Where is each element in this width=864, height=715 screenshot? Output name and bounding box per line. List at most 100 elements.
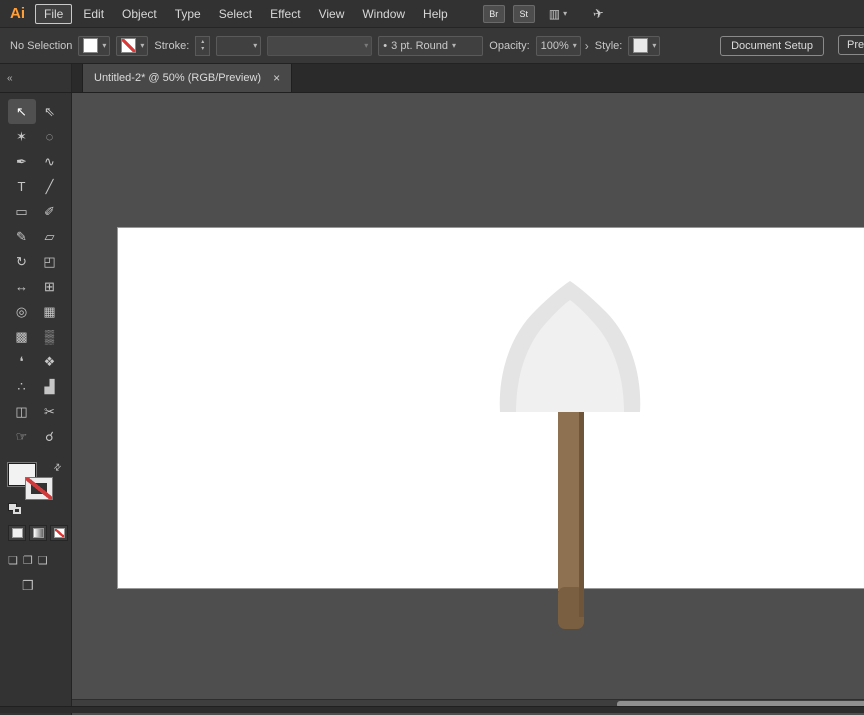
tool-slice-button[interactable]: ✂ xyxy=(36,399,64,424)
overflow-arrow-icon[interactable]: › xyxy=(585,39,589,53)
swap-fill-stroke-icon[interactable]: ⇄ xyxy=(51,461,64,474)
tool-gradient-button[interactable]: ▒ xyxy=(36,324,64,349)
stroke-indicator[interactable] xyxy=(26,478,52,499)
menu-select[interactable]: Select xyxy=(210,4,261,24)
tool-symbol-sprayer-button[interactable]: ∴ xyxy=(8,374,36,399)
brush-preview-icon: • xyxy=(383,39,388,52)
tool-free-transform-button[interactable]: ⊞ xyxy=(36,274,64,299)
width-profile-dropdown: ▾ xyxy=(267,35,373,56)
menu-file[interactable]: File xyxy=(35,3,73,24)
chevron-down-icon: ▾ xyxy=(253,41,258,50)
eraser-tool-icon: ▱ xyxy=(44,228,55,244)
tool-magic-wand-button[interactable]: ✶ xyxy=(8,124,36,149)
tool-artboard-button[interactable]: ◫ xyxy=(8,399,36,424)
close-icon[interactable]: × xyxy=(273,71,280,85)
tool-curvature-button[interactable]: ∿ xyxy=(36,149,64,174)
gpu-performance-icon[interactable]: ✈ xyxy=(592,5,606,23)
lasso-tool-icon: ◌ xyxy=(45,129,54,144)
tool-selection-button[interactable]: ↖ xyxy=(7,99,36,124)
tool-paintbrush-button[interactable]: ✐ xyxy=(36,199,64,224)
tool-shape-builder-button[interactable]: ◎ xyxy=(8,299,36,324)
tool-rectangle-button[interactable]: ▭ xyxy=(8,199,36,224)
menu-effect[interactable]: Effect xyxy=(261,4,309,24)
tool-lasso-button[interactable]: ◌ xyxy=(36,124,64,149)
scale-tool-icon: ◰ xyxy=(43,253,56,269)
tool-blend-button[interactable]: ❖ xyxy=(36,349,64,374)
none-button[interactable] xyxy=(50,525,68,541)
style-label: Style: xyxy=(594,39,623,52)
opacity-dropdown[interactable]: 100% ▾ xyxy=(535,35,581,56)
menu-type[interactable]: Type xyxy=(166,4,210,24)
workspace-switcher-button[interactable]: ▥ ▾ xyxy=(549,7,567,21)
tool-pen-button[interactable]: ✒ xyxy=(8,149,36,174)
tool-hand-button[interactable]: ☞ xyxy=(8,424,36,449)
preferences-button[interactable]: Preferences xyxy=(838,35,864,55)
shovel-artwork[interactable] xyxy=(492,273,667,643)
brush-definition-dropdown[interactable]: • 3 pt. Round ▾ xyxy=(378,35,484,56)
window-bottom-edge xyxy=(0,706,864,713)
bridge-button[interactable]: Br xyxy=(482,4,505,23)
tool-eraser-button[interactable]: ▱ xyxy=(36,224,64,249)
tool-scale-button[interactable]: ◰ xyxy=(36,249,64,274)
stroke-weight-dropdown[interactable]: ▾ xyxy=(216,35,262,56)
menu-view[interactable]: View xyxy=(310,4,354,24)
menu-edit[interactable]: Edit xyxy=(74,4,113,24)
magic-wand-tool-icon: ✶ xyxy=(16,128,27,144)
artboard[interactable] xyxy=(117,227,864,589)
tool-direct-selection-button[interactable]: ⇖ xyxy=(36,99,64,124)
tool-pencil-button[interactable]: ✎ xyxy=(8,224,36,249)
fill-stroke-indicator: ⇄ xyxy=(8,461,64,515)
tool-type-button[interactable]: T xyxy=(8,174,36,199)
tool-eyedropper-button[interactable]: ❛ xyxy=(8,349,36,374)
gradient-tool-icon: ▒ xyxy=(44,329,55,344)
shovel-handle-shade xyxy=(579,399,584,617)
style-swatch-icon xyxy=(633,38,649,53)
shape-builder-tool-icon: ◎ xyxy=(15,303,28,319)
menu-help[interactable]: Help xyxy=(414,4,457,24)
main-area: ↖ ⇖ ✶ ◌ ✒ ∿ T ╱ ▭ ✐ ✎ ▱ ↻ ◰ ↔ ⊞ ◎ ▦ ▩ ▒ ❛ ❖ ∴ ▟ ◫ ✂ ☞ ☌ ⇄ ❏ ❐ ❑ ❒ xyxy=(0,93,864,715)
tool-perspective-grid-button[interactable]: ▦ xyxy=(36,299,64,324)
selection-tool-icon: ↖ xyxy=(16,103,27,119)
line-segment-tool-icon: ╱ xyxy=(45,178,54,194)
rotate-tool-icon: ↻ xyxy=(16,253,27,269)
opacity-label[interactable]: Opacity: xyxy=(489,40,529,52)
gradient-button[interactable] xyxy=(29,525,47,541)
illustrator-logo-icon: Ai xyxy=(10,5,25,22)
chevron-down-icon: ▾ xyxy=(364,41,369,50)
tool-mesh-button[interactable]: ▩ xyxy=(8,324,36,349)
fill-color-dropdown[interactable]: ▾ xyxy=(78,35,111,56)
zoom-tool-icon: ☌ xyxy=(45,428,54,444)
default-stroke-mini-icon xyxy=(13,507,21,514)
tool-rotate-button[interactable]: ↻ xyxy=(8,249,36,274)
tool-zoom-button[interactable]: ☌ xyxy=(36,424,64,449)
chevron-down-icon: ▾ xyxy=(201,45,205,52)
color-button[interactable] xyxy=(8,525,26,541)
style-dropdown[interactable]: ▾ xyxy=(628,35,661,56)
mesh-tool-icon: ▩ xyxy=(15,328,28,344)
canvas[interactable] xyxy=(72,93,864,715)
symbol-sprayer-tool-icon: ∴ xyxy=(17,378,26,394)
menu-window[interactable]: Window xyxy=(353,4,414,24)
tool-width-button[interactable]: ↔ xyxy=(8,274,36,299)
column-graph-tool-icon: ▟ xyxy=(44,378,55,394)
chevron-down-icon: ▾ xyxy=(102,41,107,50)
document-setup-button[interactable]: Document Setup xyxy=(720,35,824,56)
stroke-none-swatch-icon xyxy=(121,38,137,53)
document-tab[interactable]: Untitled-2* @ 50% (RGB/Preview) × xyxy=(82,64,293,92)
tool-column-graph-button[interactable]: ▟ xyxy=(36,374,64,399)
stock-button[interactable]: St xyxy=(512,4,535,23)
fill-swatch-icon xyxy=(83,38,99,53)
menu-object[interactable]: Object xyxy=(113,4,166,24)
screen-mode-button[interactable]: ❒ xyxy=(22,578,71,594)
draw-inside-icon[interactable]: ❑ xyxy=(38,554,48,567)
collapse-panel-icon[interactable]: « xyxy=(7,73,13,84)
tool-line-segment-button[interactable]: ╱ xyxy=(36,174,64,199)
draw-behind-icon[interactable]: ❐ xyxy=(23,554,33,567)
eyedropper-tool-icon: ❛ xyxy=(19,353,24,369)
stroke-label[interactable]: Stroke: xyxy=(154,40,189,52)
draw-normal-icon[interactable]: ❏ xyxy=(8,554,18,567)
tools-panel: ↖ ⇖ ✶ ◌ ✒ ∿ T ╱ ▭ ✐ ✎ ▱ ↻ ◰ ↔ ⊞ ◎ ▦ ▩ ▒ ❛ ❖ ∴ ▟ ◫ ✂ ☞ ☌ ⇄ ❏ ❐ ❑ ❒ xyxy=(0,93,72,715)
stroke-weight-stepper[interactable]: ▴ ▾ xyxy=(195,35,211,56)
stroke-color-dropdown[interactable]: ▾ xyxy=(116,35,149,56)
workspace-grid-icon: ▥ xyxy=(548,6,561,21)
